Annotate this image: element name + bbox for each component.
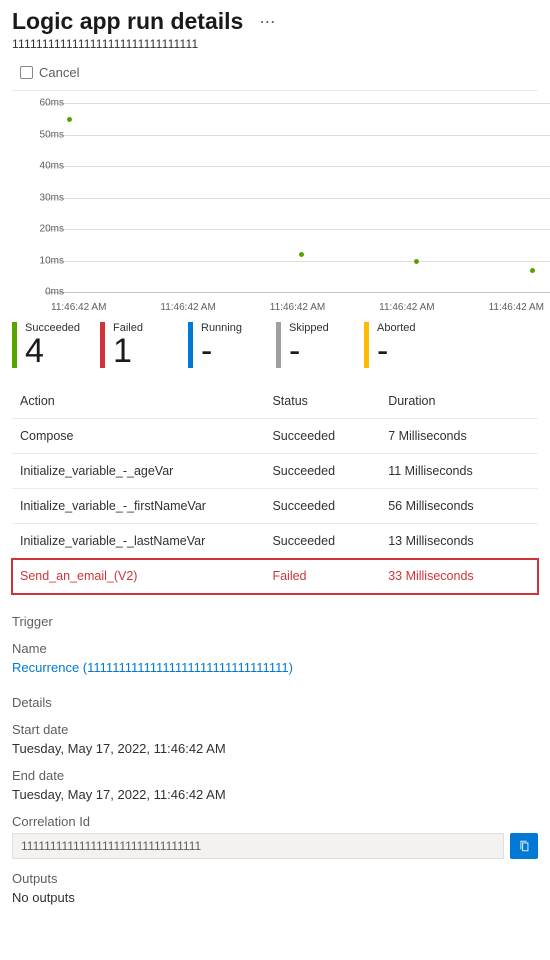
grid-line [45,198,550,199]
table-row[interactable]: Initialize_variable_-_ageVarSucceeded11 … [12,454,538,489]
kpi-value: 4 [25,334,82,368]
copy-button[interactable] [510,833,538,859]
actions-table: Action Status Duration ComposeSucceeded7… [12,384,538,594]
table-header-row: Action Status Duration [12,384,538,419]
divider [12,90,538,91]
y-tick-label: 40ms [12,161,64,172]
cell-status: Succeeded [264,454,380,489]
outputs-label: Outputs [12,871,538,886]
cell-duration: 7 Milliseconds [380,419,538,454]
col-status[interactable]: Status [264,384,380,419]
table-row[interactable]: ComposeSucceeded7 Milliseconds [12,419,538,454]
kpi-running[interactable]: Running - [188,322,258,368]
y-tick-label: 30ms [12,192,64,203]
kpi-aborted[interactable]: Aborted - [364,322,434,368]
col-duration[interactable]: Duration [380,384,538,419]
page-title: Logic app run details [12,8,243,35]
x-tick-label: 11:46:42 AM [489,302,544,313]
cell-duration: 13 Milliseconds [380,524,538,559]
cell-duration: 11 Milliseconds [380,454,538,489]
end-date-value: Tuesday, May 17, 2022, 11:46:42 AM [12,787,538,802]
end-date-label: End date [12,768,538,783]
trigger-link[interactable]: Recurrence (1111111111111111111111111111… [12,660,293,675]
trigger-heading: Trigger [12,614,538,629]
correlation-id-value[interactable]: 1111111111111111111111111111111 [12,833,504,859]
data-point[interactable] [299,252,304,257]
cell-duration: 56 Milliseconds [380,489,538,524]
start-date-value: Tuesday, May 17, 2022, 11:46:42 AM [12,741,538,756]
x-tick-label: 11:46:42 AM [270,302,325,313]
cell-status: Succeeded [264,524,380,559]
y-tick-label: 20ms [12,224,64,235]
x-tick-label: 11:46:42 AM [51,302,106,313]
y-tick-label: 60ms [12,98,64,109]
kpi-failed[interactable]: Failed 1 [100,322,170,368]
grid-line [45,166,550,167]
table-row[interactable]: Initialize_variable_-_firstNameVarSuccee… [12,489,538,524]
cell-status: Succeeded [264,489,380,524]
cell-action: Initialize_variable_-_firstNameVar [12,489,264,524]
cell-action: Compose [12,419,264,454]
kpi-value: - [377,334,434,368]
kpi-value: 1 [113,334,170,368]
kpi-succeeded[interactable]: Succeeded 4 [12,322,82,368]
duration-chart: 60ms 50ms 40ms 30ms 20ms 10ms 0ms 11:46:42 AM 11… [12,97,538,310]
cell-status: Succeeded [264,419,380,454]
table-row[interactable]: Send_an_email_(V2)Failed33 Milliseconds [12,559,538,594]
cancel-icon [20,66,33,79]
x-tick-label: 11:46:42 AM [160,302,215,313]
cell-action: Send_an_email_(V2) [12,559,264,594]
outputs-value: No outputs [12,890,538,905]
y-tick-label: 0ms [12,287,64,298]
grid-line [45,229,550,230]
kpi-row: Succeeded 4 Failed 1 Running - Skipped -… [12,316,538,376]
cancel-button[interactable]: Cancel [12,61,538,90]
run-id: 1111111111111111111111111111111 [12,37,538,51]
y-tick-label: 50ms [12,129,64,140]
kpi-value: - [289,334,346,368]
kpi-value: - [201,334,258,368]
x-tick-label: 11:46:42 AM [379,302,434,313]
more-actions-icon[interactable]: ⋯ [259,12,276,32]
table-row[interactable]: Initialize_variable_-_lastNameVarSucceed… [12,524,538,559]
trigger-name-label: Name [12,641,538,656]
correlation-id-label: Correlation Id [12,814,538,829]
details-heading: Details [12,695,538,710]
grid-line [45,261,550,262]
cancel-label: Cancel [39,65,79,80]
x-axis-labels: 11:46:42 AM 11:46:42 AM 11:46:42 AM 11:46:4… [45,302,550,313]
grid-line [45,135,550,136]
copy-icon [517,839,531,853]
kpi-skipped[interactable]: Skipped - [276,322,346,368]
cell-action: Initialize_variable_-_lastNameVar [12,524,264,559]
grid-line [45,103,550,104]
y-tick-label: 10ms [12,255,64,266]
grid-line [45,292,550,293]
cell-duration: 33 Milliseconds [380,559,538,594]
data-point[interactable] [67,117,72,122]
data-point[interactable] [530,268,535,273]
cell-action: Initialize_variable_-_ageVar [12,454,264,489]
start-date-label: Start date [12,722,538,737]
col-action[interactable]: Action [12,384,264,419]
cell-status: Failed [264,559,380,594]
data-point[interactable] [414,259,419,264]
